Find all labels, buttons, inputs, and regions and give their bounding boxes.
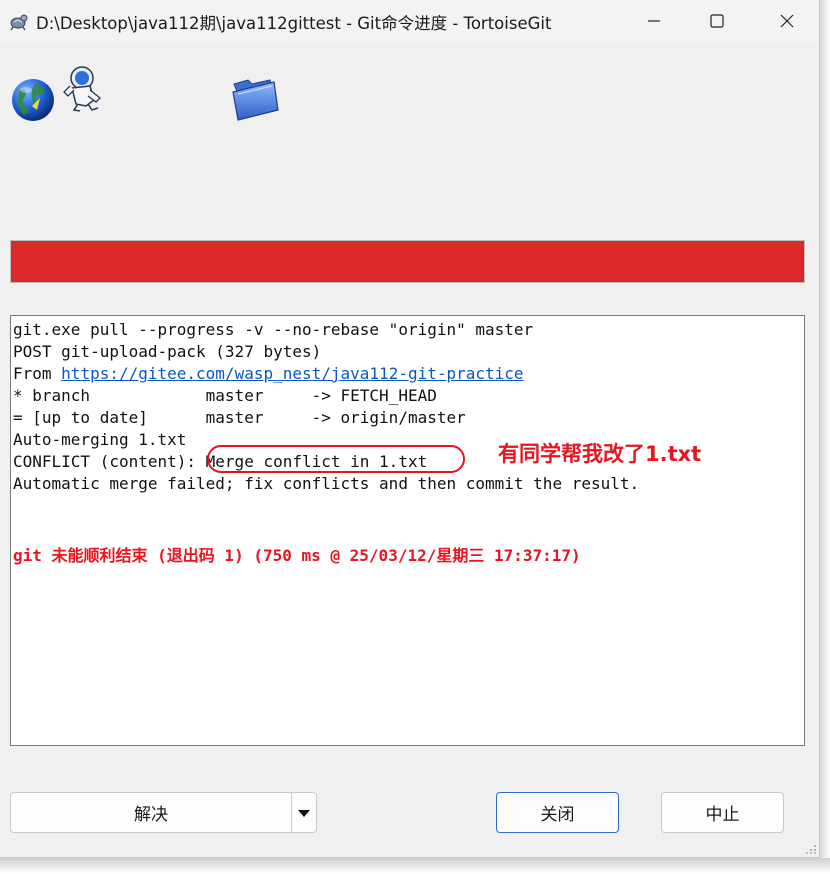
close-button[interactable]: 关闭 — [496, 792, 619, 833]
astronaut-icon — [63, 66, 101, 112]
log-line: POST git-upload-pack (327 bytes) — [13, 342, 322, 361]
folder-icon — [232, 79, 279, 121]
command-output-log[interactable]: git.exe pull --progress -v --no-rebase "… — [10, 315, 805, 746]
progress-bar — [10, 240, 805, 283]
annotation-note: 有同学帮我改了1.txt — [498, 442, 702, 466]
abort-button[interactable]: 中止 — [661, 792, 784, 833]
log-line: Automatic merge failed; fix conflicts an… — [13, 474, 640, 493]
remote-url-link[interactable]: https://gitee.com/wasp_nest/java112-git-… — [61, 364, 523, 383]
minimize-icon — [648, 20, 660, 22]
minimize-button[interactable] — [631, 0, 677, 42]
close-icon — [780, 14, 794, 28]
log-line: From https://gitee.com/wasp_nest/java112… — [13, 363, 804, 385]
log-line: git.exe pull --progress -v --no-rebase "… — [13, 320, 534, 339]
log-line: = [up to date] master -> origin/master — [13, 408, 466, 427]
title-bar[interactable]: D:\Desktop\java112期\java112gittest - Git… — [0, 0, 819, 42]
maximize-icon — [710, 14, 724, 28]
error-status-line: git 未能顺利结束 (退出码 1) (750 ms @ 25/03/12/星期… — [13, 546, 581, 565]
window-shadow — [0, 858, 830, 874]
log-line: * branch master -> FETCH_HEAD — [13, 386, 437, 405]
dropdown-arrow-icon — [298, 809, 310, 817]
globe-icon — [12, 79, 54, 121]
progress-dialog: D:\Desktop\java112期\java112gittest - Git… — [0, 0, 820, 858]
window-title: D:\Desktop\java112期\java112gittest - Git… — [36, 14, 552, 33]
close-window-button[interactable] — [764, 0, 810, 42]
log-line-prefix: From — [13, 364, 62, 383]
progress-bar-fill — [11, 241, 804, 282]
window-shadow — [820, 0, 830, 874]
conflict-highlight-oval — [207, 445, 465, 473]
resize-grip-icon[interactable] — [805, 842, 817, 854]
tortoisegit-icon — [10, 14, 28, 31]
resolve-button[interactable]: 解决 — [10, 792, 292, 833]
resolve-dropdown-button[interactable] — [291, 792, 317, 833]
maximize-button[interactable] — [694, 0, 740, 42]
